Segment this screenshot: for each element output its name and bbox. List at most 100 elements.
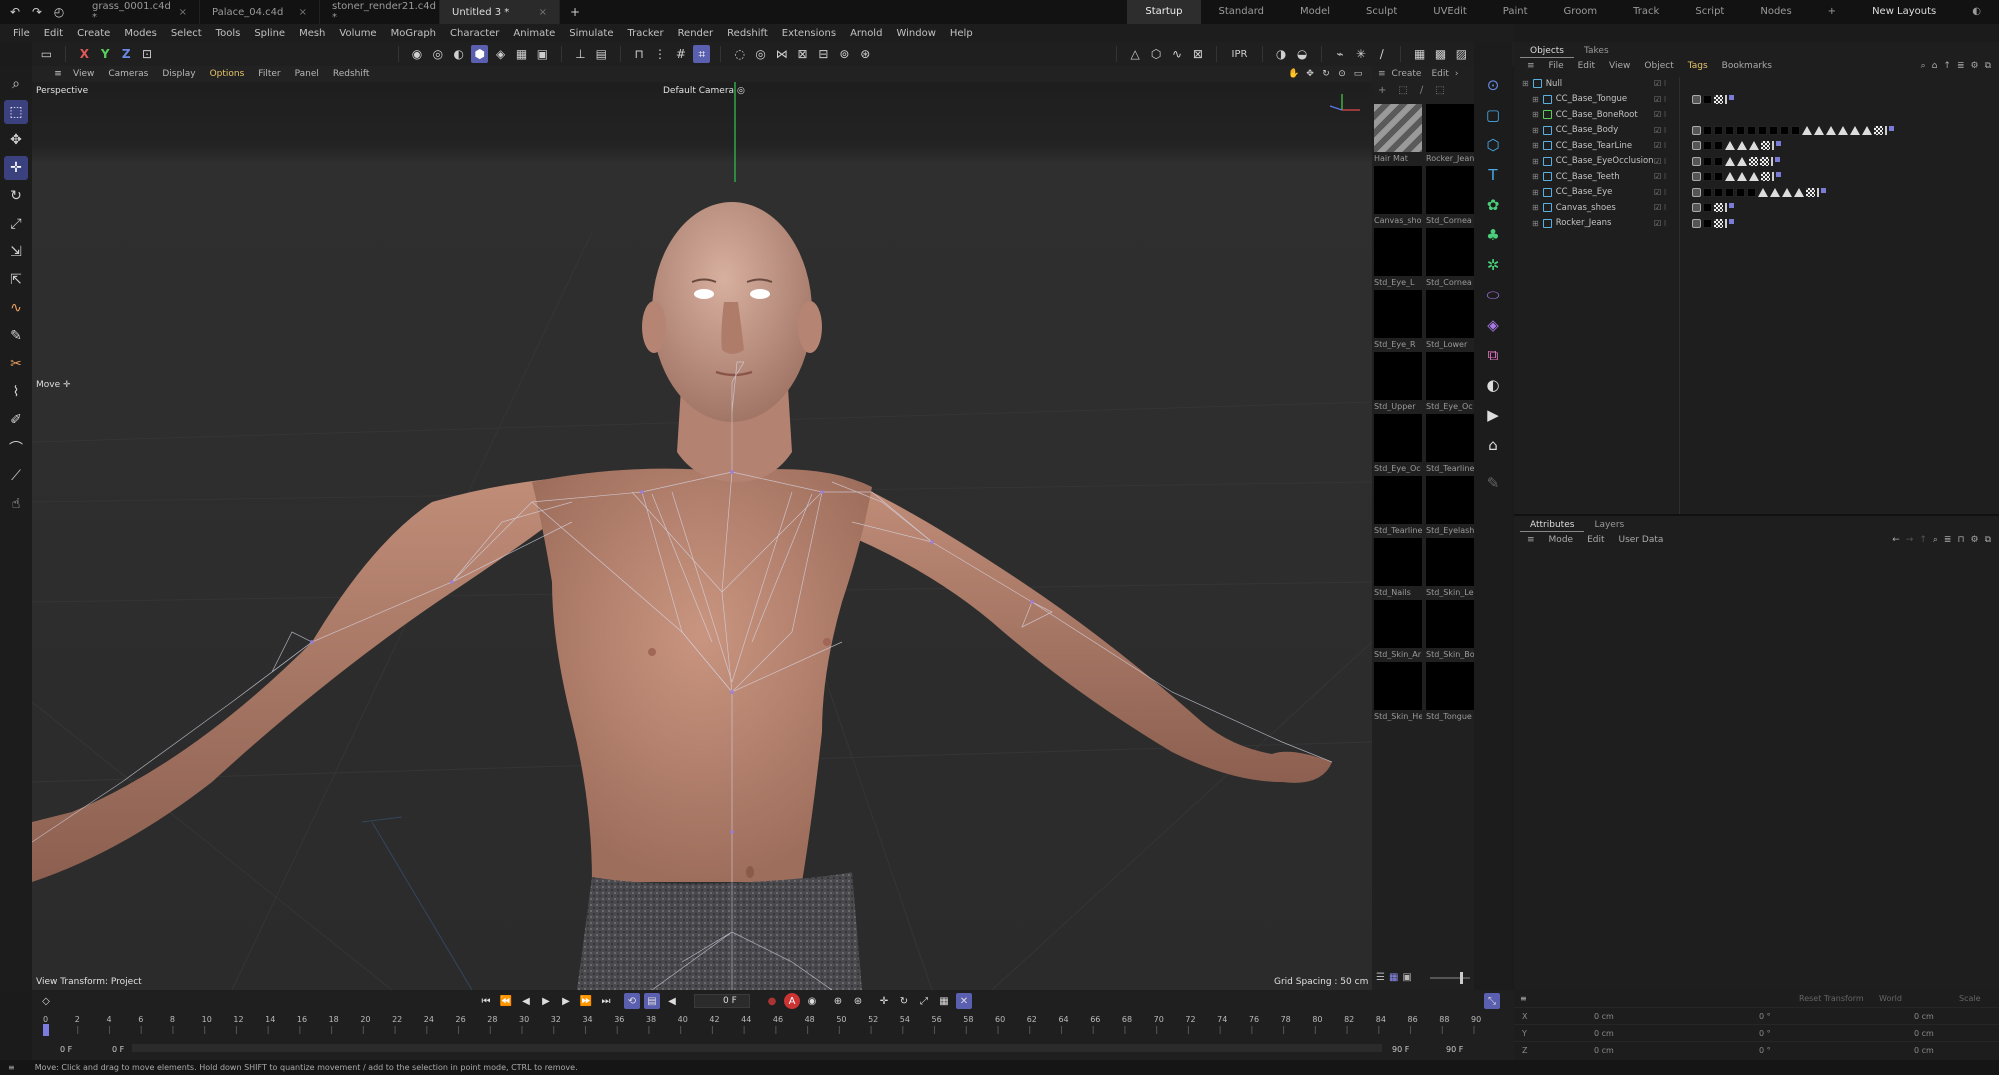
material-swatch[interactable]: Std_Nails [1374,538,1424,600]
expand-icon[interactable]: ⊞ [1532,110,1539,119]
sound-icon[interactable]: ◀ [664,993,680,1009]
polygons-mode-icon[interactable]: ⬢ [471,45,489,63]
key-move-icon[interactable]: ✛ [876,993,892,1009]
protection-tag-icon[interactable] [1692,94,1701,104]
material-tag-icon[interactable] [1703,203,1712,213]
object-settings-icon[interactable]: ⚙ [1970,61,1978,71]
position-field[interactable]: 0 cm [1594,1046,1614,1055]
selection-tag-icon[interactable] [1817,187,1826,197]
deformer-tools-icon[interactable]: ⊠ [1189,45,1206,63]
expand-icon[interactable]: ⊞ [1522,79,1529,88]
previous-key-icon[interactable]: ⏪ [498,993,514,1009]
phong-tag-icon[interactable] [1758,187,1768,197]
material-swatch[interactable]: Std_Tongue [1426,662,1476,724]
phong-tag-icon[interactable] [1725,172,1735,182]
protection-tag-icon[interactable] [1692,203,1701,213]
spline-tools-icon[interactable]: △ [1127,45,1144,63]
material-menu-create[interactable]: Create [1392,69,1422,79]
next-frame-icon[interactable]: ▶ [558,993,574,1009]
slider-handle-icon[interactable] [1459,971,1463,984]
selection-tool-icon[interactable]: ⬚ [4,100,28,124]
spline-pen-icon[interactable]: ∿ [4,296,28,320]
timeline-scale-icon[interactable]: ⤡ [1484,993,1500,1009]
soft-selection-icon[interactable]: ◌ [731,45,748,63]
material-tag-icon[interactable] [1725,125,1734,135]
phong-tag-icon[interactable] [1770,187,1780,197]
render-region-icon[interactable]: ⊛ [857,45,874,63]
attribute-menu-user-data[interactable]: User Data [1612,535,1671,545]
menu-window[interactable]: Window [889,28,942,39]
place-tool-icon[interactable]: ⇱ [4,268,28,292]
object-row[interactable]: ⊞ Rocker_Jeans ☑ ⁝ [1522,216,1999,232]
end-frame-field-2[interactable]: 90 F [1446,1045,1463,1054]
material-tag-icon[interactable] [1747,187,1756,197]
search-icon[interactable]: ⌕ [4,72,28,96]
attribute-menu-edit[interactable]: Edit [1580,535,1611,545]
material-swatch[interactable]: Std_Eye_R [1374,290,1424,352]
guide-icon[interactable]: ⊟ [815,45,832,63]
go-to-start-icon[interactable]: ⏮ [478,993,494,1009]
workplane-icon[interactable]: ⌗ [693,45,711,63]
symmetry-icon[interactable]: ⋈ [773,45,790,63]
material-swatch[interactable]: Std_Upper [1374,352,1424,414]
object-menu-edit[interactable]: Edit [1571,61,1602,71]
layout-tab[interactable]: Standard [1201,0,1283,24]
attribute-new-window-icon[interactable]: ⧉ [1985,535,1991,545]
phong-tag-icon[interactable] [1725,156,1735,166]
status-menu-icon[interactable]: ≡ [8,1063,15,1072]
texture-tag-icon[interactable] [1749,156,1758,166]
attribute-menu-icon[interactable]: ≡ [1520,535,1542,545]
key-param-icon[interactable]: ▦ [936,993,952,1009]
maximize-view-icon[interactable]: ▭ [1352,68,1364,80]
selection-tag-icon[interactable] [1772,141,1781,151]
texture-tag-icon[interactable] [1806,187,1815,197]
attribute-up-icon[interactable]: ↑ [1919,535,1927,545]
play-icon[interactable]: ▶ [538,993,554,1009]
grid-icon[interactable]: # [673,45,690,63]
size-field[interactable]: 0 cm [1914,1029,1934,1038]
playback-mode-icon[interactable]: ▤ [644,993,660,1009]
solo-icon[interactable]: ◎ [752,45,769,63]
object-row[interactable]: ⊞ CC_Base_Body ☑ ⁝ [1522,123,1999,139]
uv-mode-icon[interactable]: ◈ [492,45,509,63]
texture-tag-icon[interactable] [1714,203,1723,213]
material-tag-icon[interactable] [1714,141,1723,151]
material-menu-edit[interactable]: Edit [1431,69,1448,79]
object-search-icon[interactable]: ⌕ [1921,61,1926,71]
menu-select[interactable]: Select [164,28,209,39]
menu-volume[interactable]: Volume [332,28,383,39]
magnet-tool-icon[interactable]: ⌒ [4,436,28,460]
phong-tag-icon[interactable] [1814,125,1824,135]
expand-icon[interactable]: ⊞ [1532,141,1539,150]
live-selection-icon[interactable]: ✥ [4,128,28,152]
expand-icon[interactable]: ⊞ [1532,157,1539,166]
tab-layers[interactable]: Layers [1584,518,1634,532]
material-tag-icon[interactable] [1703,187,1712,197]
scale-tool-icon[interactable]: ⤢ [4,212,28,236]
viewport-menu-redshift[interactable]: Redshift [326,69,377,79]
object-menu-file[interactable]: File [1542,61,1571,71]
phong-tag-icon[interactable] [1862,125,1872,135]
material-tag-icon[interactable] [1703,141,1712,151]
object-row[interactable]: ⊞ CC_Base_EyeOcclusion ☑ ⁝ [1522,154,1999,170]
object-row[interactable]: ⊞ Canvas_shoes ☑ ⁝ [1522,200,1999,216]
object-row[interactable]: ⊞ CC_Base_Eye ☑ ⁝ [1522,185,1999,201]
material-tag-icon[interactable] [1703,94,1712,104]
large-view-icon[interactable]: ▣ [1402,972,1411,983]
attribute-search-icon[interactable]: ⌕ [1933,535,1938,545]
material-swatch[interactable]: Std_Cornea [1426,228,1476,290]
viewport-menu-view[interactable]: View [66,69,101,79]
position-field[interactable]: 0 cm [1594,1012,1614,1021]
menu-animate[interactable]: Animate [506,28,562,39]
texture-tag-icon[interactable] [1761,141,1770,151]
material-swatch[interactable]: Std_Tearline [1374,476,1424,538]
cloner-icon[interactable]: ♣ [1480,222,1506,248]
view-panel-icon[interactable]: ⊙ [1480,72,1506,98]
position-field[interactable]: 0 cm [1594,1029,1614,1038]
thumbnail-size-slider[interactable] [1429,971,1470,984]
layout-toggle-icon[interactable]: ◐ [1954,0,1999,24]
object-menu-icon[interactable]: ≡ [1520,61,1542,71]
phong-tag-icon[interactable] [1749,141,1759,151]
playhead-icon[interactable] [43,1024,49,1036]
protection-tag-icon[interactable] [1692,218,1701,228]
